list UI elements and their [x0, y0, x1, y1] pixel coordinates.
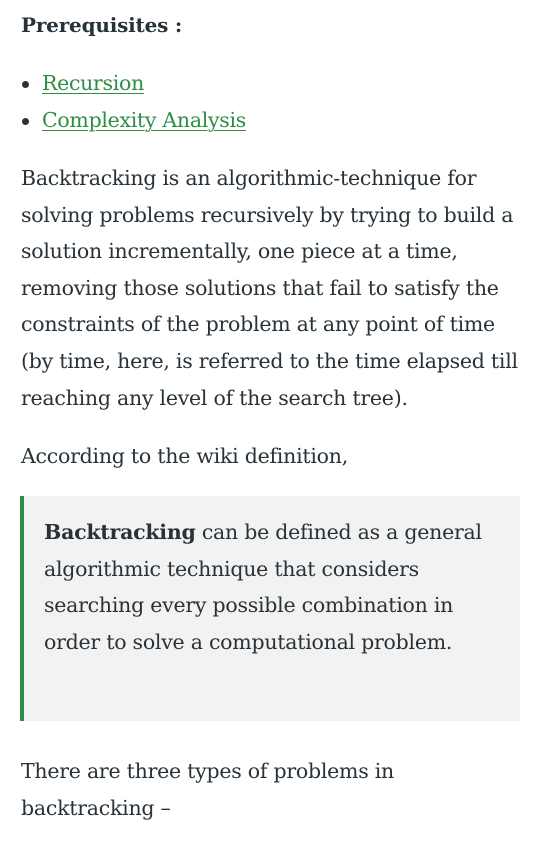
blockquote-bold-term: Backtracking — [44, 520, 196, 544]
recursion-link[interactable]: Recursion — [42, 66, 144, 100]
complexity-analysis-link[interactable]: Complexity Analysis — [42, 103, 246, 137]
bullet-icon — [22, 118, 29, 125]
intro-paragraph: Backtracking is an algorithmic-technique… — [21, 166, 518, 410]
article-content: Prerequisites : Recursion Complexity Ana… — [0, 0, 540, 845]
definition-blockquote: Backtracking can be defined as a general… — [20, 496, 520, 721]
types-paragraph: There are three types of problems in bac… — [21, 759, 395, 820]
wiki-intro-text: According to the wiki definition, — [21, 444, 348, 468]
blockquote-text: Backtracking can be defined as a general… — [44, 514, 514, 660]
prerequisites-heading: Prerequisites : — [21, 13, 183, 37]
bullet-icon — [22, 81, 29, 88]
